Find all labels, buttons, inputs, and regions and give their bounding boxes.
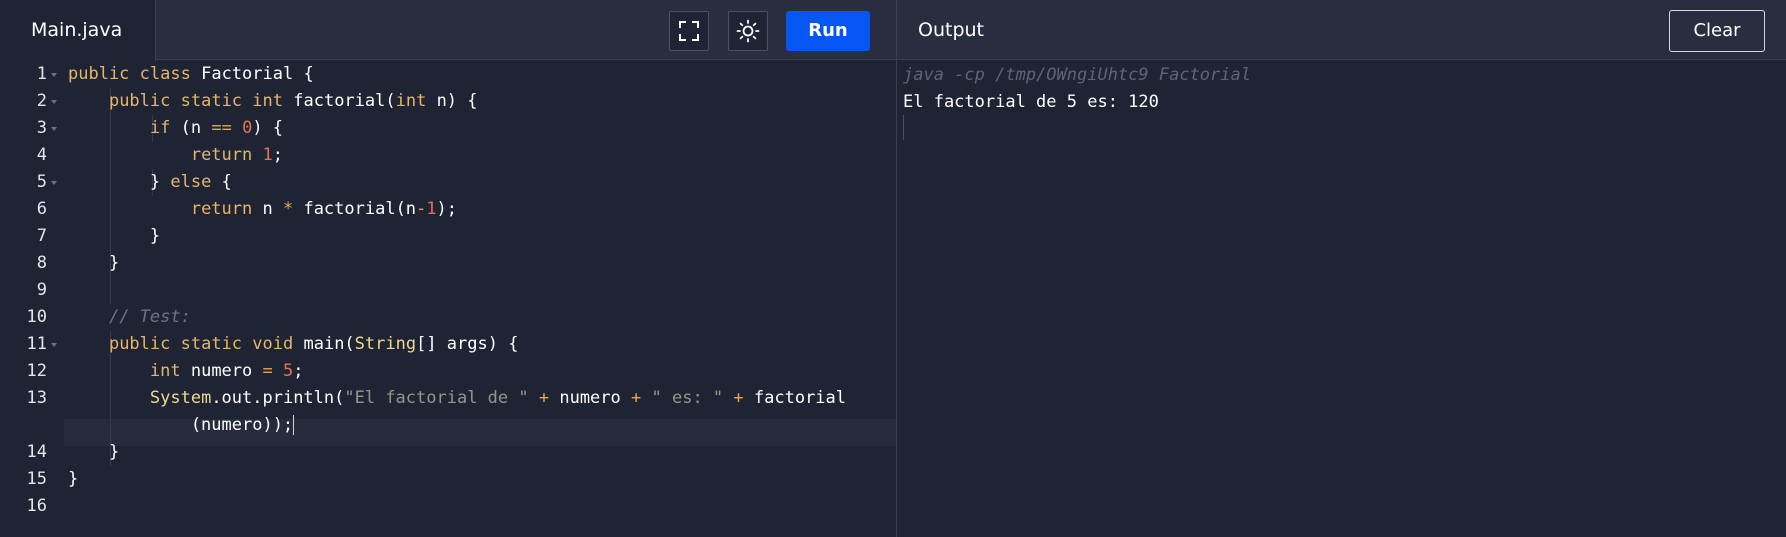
top-bar xyxy=(0,0,1786,60)
code-line: public static int factorial(int n) { xyxy=(108,91,478,111)
fullscreen-button[interactable] xyxy=(669,11,709,51)
line-number: 14 xyxy=(26,442,47,462)
line-number: 7 xyxy=(36,226,47,246)
code-line: // Test: xyxy=(108,307,191,327)
fold-arrow-icon[interactable] xyxy=(51,73,57,77)
theme-toggle-button[interactable] xyxy=(728,11,768,51)
panel-divider[interactable] xyxy=(896,0,897,537)
line-number: 16 xyxy=(26,496,47,516)
fold-arrow-icon[interactable] xyxy=(51,127,57,131)
code-line: return n * factorial(n-1); xyxy=(190,199,458,219)
tab-main-java[interactable]: Main.java xyxy=(0,0,156,61)
code-line: System.out.println("El factorial de " + … xyxy=(149,388,847,408)
code-line: } xyxy=(68,253,120,273)
output-caret[interactable] xyxy=(903,115,904,140)
code-line: } xyxy=(68,226,161,246)
fullscreen-icon xyxy=(679,21,699,41)
line-number: 9 xyxy=(36,280,47,300)
line-number: 13 xyxy=(26,388,47,408)
code-line: } xyxy=(68,442,120,462)
line-number: 15 xyxy=(26,469,47,489)
line-number: 5 xyxy=(36,172,47,192)
code-line: } else { xyxy=(68,172,232,192)
line-number: 12 xyxy=(26,361,47,381)
code-line: if (n == 0) { xyxy=(149,118,284,138)
line-number: 11 xyxy=(26,334,47,354)
line-number: 8 xyxy=(36,253,47,273)
output-title: Output xyxy=(918,19,984,41)
output-result: El factorial de 5 es: 120 xyxy=(903,92,1159,112)
code-line: return 1; xyxy=(190,145,283,165)
code-line: public static void main(String[] args) { xyxy=(108,334,519,354)
line-number: 6 xyxy=(36,199,47,219)
line-number: 2 xyxy=(36,91,47,111)
code-editor[interactable]: 1 2 3 4 5 6 7 8 9 10 11 12 13 14 15 16 p… xyxy=(0,61,896,537)
fold-arrow-icon[interactable] xyxy=(51,181,57,185)
sun-icon xyxy=(736,19,760,43)
output-command: java -cp /tmp/OWngiUhtc9 Factorial xyxy=(903,65,1251,85)
line-number: 1 xyxy=(36,64,47,84)
text-cursor xyxy=(293,415,295,435)
code-line: } xyxy=(68,469,79,489)
clear-button[interactable]: Clear xyxy=(1669,10,1765,52)
fold-arrow-icon[interactable] xyxy=(51,100,57,104)
code-line: public class Factorial { xyxy=(68,64,314,84)
ide-window: Main.java Run Output Clear 1 2 3 4 5 6 7… xyxy=(0,0,1786,537)
line-number: 10 xyxy=(26,307,47,327)
line-number: 3 xyxy=(36,118,47,138)
run-button[interactable]: Run xyxy=(786,11,870,51)
line-number: 4 xyxy=(36,145,47,165)
fold-arrow-icon[interactable] xyxy=(51,343,57,347)
code-line: int numero = 5; xyxy=(149,361,304,381)
code-line: (numero)); xyxy=(68,415,295,435)
